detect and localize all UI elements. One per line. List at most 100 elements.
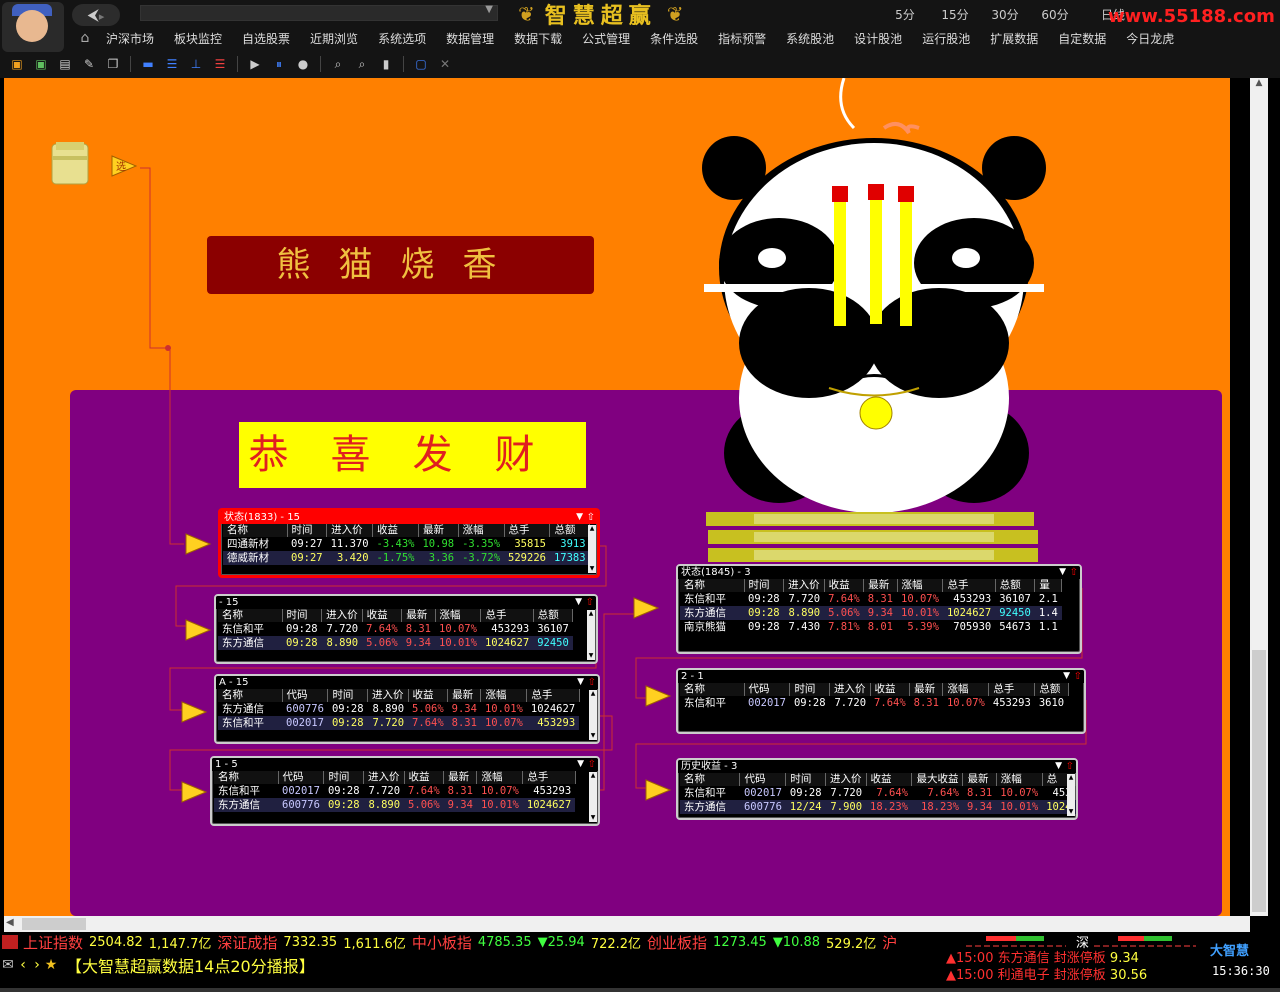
chevron-down-icon[interactable]: ▼ — [485, 4, 493, 15]
edit-icon[interactable]: ✎ — [80, 56, 98, 72]
add-folder-icon[interactable]: ▣ — [32, 56, 50, 72]
table-row[interactable]: 东信和平 002017 09:28 7.720 7.64% 8.31 10.07% 45329… — [218, 716, 580, 730]
result-box-state-1833[interactable]: 状态(1833) - 15 ▼ ⇧ 名称 时间 进入价 收益 最新 涨幅 总手 总额 四通新材 09… — [218, 508, 600, 578]
box-scrollbar[interactable]: ▲ ▼ — [1067, 774, 1075, 816]
dropdown-icon[interactable]: ▼ — [577, 676, 584, 689]
menu-item[interactable]: 今日龙虎 — [1116, 30, 1184, 50]
menu-item[interactable]: 指标预警 — [708, 30, 776, 50]
menu-item[interactable]: 条件选股 — [640, 30, 708, 50]
menu-item[interactable]: 板块监控 — [164, 30, 232, 50]
home-icon[interactable]: ⌂ — [74, 30, 96, 48]
alert-item[interactable]: ▲15:00 东方通信 封涨停板 9.34 — [946, 950, 1202, 967]
menu-item[interactable]: 自定数据 — [1048, 30, 1116, 50]
table-row[interactable]: 东方通信 09:28 8.890 5.06% 9.34 10.01% 1024627 9245… — [218, 636, 573, 650]
box-scrollbar[interactable]: ▲ ▼ — [589, 690, 597, 740]
open-folder-icon[interactable]: ▣ — [8, 56, 26, 72]
window-icon[interactable]: ❐ — [104, 56, 122, 72]
stop-icon[interactable]: ● — [294, 56, 312, 72]
pause-icon[interactable]: ⏸ — [270, 56, 288, 72]
filter-node[interactable] — [632, 596, 660, 620]
pin-icon[interactable]: ⇧ — [1074, 670, 1082, 683]
box-scrollbar[interactable]: ▲ ▼ — [587, 610, 595, 660]
box-scrollbar[interactable]: ▲ ▼ — [589, 772, 597, 822]
grid-icon[interactable]: ▢ — [412, 56, 430, 72]
back-arrow-icon[interactable]: ⮜ — [88, 5, 99, 24]
panda-title-banner[interactable]: 熊猫烧香 — [207, 236, 594, 294]
scroll-thumb[interactable] — [1252, 650, 1266, 912]
dropdown-icon[interactable]: ▼ — [575, 596, 582, 609]
align-bottom-icon[interactable]: ⊥ — [187, 56, 205, 72]
app-logo[interactable] — [2, 2, 64, 52]
result-box-a-15[interactable]: A - 15 ▼ ⇧ 名称 代码 时间 进入价 收益 最新 涨幅 总手 东方通信 600776 09:… — [214, 674, 600, 744]
pin-icon[interactable]: ⇧ — [588, 676, 596, 689]
menu-item[interactable]: 沪深市场 — [96, 30, 164, 50]
dropdown-icon[interactable]: ▼ — [577, 758, 584, 771]
index-name[interactable]: 创业板指 — [644, 932, 710, 952]
table-row[interactable]: 东方通信 600776 12/24 7.900 18.23% 18.23% 9.34 10.0… — [680, 800, 1076, 814]
menu-item[interactable]: 公式管理 — [572, 30, 640, 50]
zoom-icon[interactable]: ⌕ — [329, 56, 347, 72]
line-icon[interactable]: ▬ — [139, 56, 157, 72]
menu-item[interactable]: 自选股票 — [232, 30, 300, 50]
table-row[interactable]: 南京熊猫 09:28 7.430 7.81% 8.01 5.39% 705930 54673 1… — [680, 620, 1062, 634]
period-30m[interactable]: 30分 — [980, 6, 1030, 23]
result-box-2-1[interactable]: 2 - 1 ▼ ⇧ 名称 代码 时间 进入价 收益 最新 涨幅 总手 总额 东信和平 002017 09… — [676, 668, 1086, 734]
index-name[interactable]: 沪 — [879, 932, 900, 952]
result-box-15[interactable]: - 15 ▼ ⇧ 名称 时间 进入价 收益 最新 涨幅 总手 总额 东信和平 09:28 7.720 7… — [214, 594, 598, 664]
pin-icon[interactable]: ⇧ — [588, 758, 596, 771]
pin-icon[interactable]: ⇧ — [587, 511, 595, 524]
back-forward-buttons[interactable]: ⮜▸ — [72, 4, 120, 26]
forward-arrow-icon[interactable]: ▸ — [99, 10, 105, 23]
table-row[interactable]: 四通新材 09:27 11.370 -3.43% 10.98 -3.35% 35815 391… — [223, 537, 590, 551]
alert-item[interactable]: ▲15:00 利通电子 封涨停板 30.56 — [946, 967, 1202, 984]
filter-node[interactable] — [180, 700, 208, 724]
menu-item[interactable]: 近期浏览 — [300, 30, 368, 50]
scroll-thumb[interactable] — [22, 918, 86, 930]
cross-icon[interactable]: ✕ — [436, 56, 454, 72]
table-row[interactable]: 东信和平 002017 09:28 7.720 7.64% 7.64% 8.31 10.07%… — [680, 786, 1076, 800]
index-name[interactable]: 深证成指 — [214, 932, 280, 952]
filter-node[interactable] — [644, 778, 672, 802]
dropdown-icon[interactable]: ▼ — [576, 511, 583, 524]
table-row[interactable]: 东信和平 002017 09:28 7.720 7.64% 8.31 10.07% 45329… — [680, 696, 1068, 710]
table-row[interactable]: 东方通信 09:28 8.890 5.06% 9.34 10.01% 1024627 9245… — [680, 606, 1062, 620]
period-15m[interactable]: 15分 — [930, 6, 980, 23]
table-row[interactable]: 东信和平 09:28 7.720 7.64% 8.31 10.07% 453293 36107 — [218, 622, 573, 636]
prev-arrow-icon[interactable]: ‹ — [16, 957, 30, 973]
filter-node[interactable] — [644, 684, 672, 708]
table-row[interactable]: 东信和平 09:28 7.720 7.64% 8.31 10.07% 453293 36107… — [680, 592, 1062, 606]
news-headline[interactable]: 【大智慧超赢数据14点20分播报】 — [58, 953, 315, 977]
pin-icon[interactable]: ⇧ — [586, 596, 594, 609]
vertical-scrollbar[interactable]: ▲ — [1250, 78, 1268, 916]
result-box-state-1845[interactable]: 状态(1845) - 3 ▼ ⇧ 名称 时间 进入价 收益 最新 涨幅 总手 总额量 东信和平 09… — [676, 564, 1082, 654]
horizontal-scrollbar[interactable]: ◀ — [4, 916, 1250, 932]
pin-icon[interactable]: ⇧ — [1066, 760, 1074, 773]
menu-item[interactable]: 设计股池 — [844, 30, 912, 50]
menu-item[interactable]: 扩展数据 — [980, 30, 1048, 50]
result-box-1-5[interactable]: 1 - 5 ▼ ⇧ 名称 代码 时间 进入价 收益 最新 涨幅 总手 东信和平 002017 09:2… — [210, 756, 600, 826]
fortune-banner[interactable]: 恭喜发财 — [239, 422, 586, 488]
index-name[interactable]: 上证指数 — [20, 932, 86, 952]
play-icon[interactable]: ▶ — [246, 56, 264, 72]
filter-node[interactable]: 选 — [110, 154, 138, 178]
table-row[interactable]: 东信和平 002017 09:28 7.720 7.64% 8.31 10.07% 45329… — [214, 784, 575, 798]
filter-node[interactable] — [180, 780, 208, 804]
menu-item[interactable]: 运行股池 — [912, 30, 980, 50]
table-row[interactable]: 德威新材 09:27 3.420 -1.75% 3.36 -3.72% 529226 1738… — [223, 551, 590, 565]
table-row[interactable]: 东方通信 600776 09:28 8.890 5.06% 9.34 10.01% 10246… — [218, 702, 579, 716]
filter-node[interactable] — [184, 532, 212, 556]
table-row[interactable]: 东方通信 600776 09:28 8.890 5.06% 9.34 10.01% 10246… — [214, 798, 576, 812]
save-icon[interactable]: ▤ — [56, 56, 74, 72]
delete-icon[interactable]: ▮ — [377, 56, 395, 72]
pin-icon[interactable]: ⇧ — [1070, 566, 1078, 579]
menu-item[interactable]: 系统股池 — [776, 30, 844, 50]
index-name[interactable]: 中小板指 — [409, 932, 475, 952]
address-combobox[interactable]: ▼ — [140, 4, 498, 21]
period-60m[interactable]: 60分 — [1030, 6, 1080, 23]
menu-item[interactable]: 系统选项 — [368, 30, 436, 50]
dropdown-icon[interactable]: ▼ — [1063, 670, 1070, 683]
dropdown-icon[interactable]: ▼ — [1059, 566, 1066, 579]
filter-node[interactable] — [184, 618, 212, 642]
data-source-node[interactable] — [50, 140, 90, 186]
mail-icon[interactable]: ✉ — [0, 957, 16, 973]
